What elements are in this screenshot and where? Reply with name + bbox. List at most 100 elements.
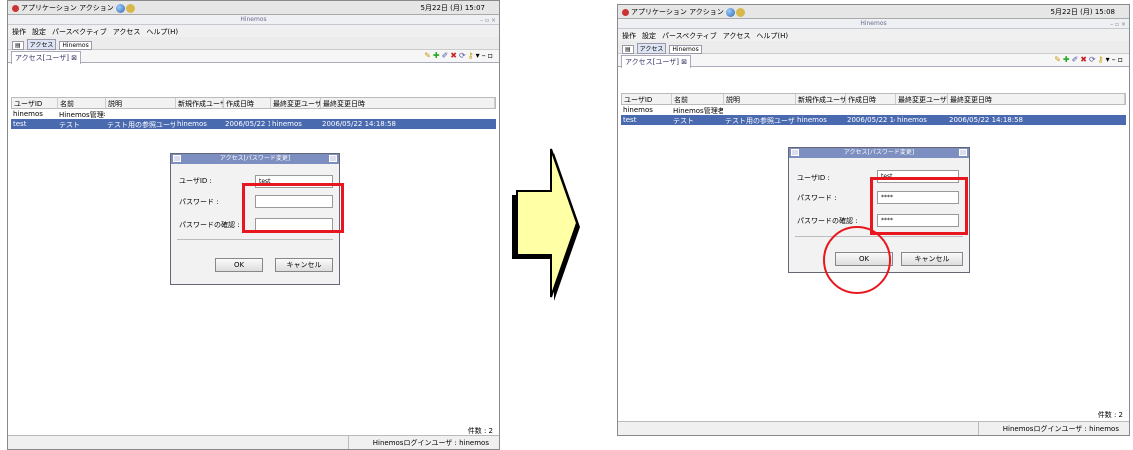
column-header[interactable]: 作成日時 [224, 98, 271, 108]
password-icon[interactable]: ⚷ [1098, 55, 1106, 64]
menubar: 操作 設定 パースペクティブ アクセス ヘルプ(H) [618, 29, 1129, 41]
user-table: ユーザID 名前 説明 新規作成ユーザ 作成日時 最終変更ユーザ 最終変更日時 … [621, 93, 1126, 125]
column-header[interactable]: ユーザID [622, 94, 672, 104]
menu-help[interactable]: ヘルプ(H) [146, 28, 178, 36]
perspective-access[interactable]: アクセス [636, 43, 667, 54]
dialog-menu-icon[interactable] [791, 149, 799, 156]
view-tab-access-user[interactable]: アクセス[ユーザ] ⊠ [621, 55, 692, 68]
system-bar: アプリケーション アクション 5月22日 (月) 15:08 [618, 5, 1129, 19]
highlight-circle [823, 226, 891, 294]
confirm-password-label: パスワードの確認 : [179, 221, 240, 229]
table-cell: Hinemos管理者 [59, 111, 105, 119]
column-header[interactable]: 作成日時 [846, 94, 896, 104]
maximize-icon[interactable]: ▫ [1118, 55, 1125, 64]
window-titlebar: Hinemos – ▫ × [8, 15, 499, 25]
table-row[interactable]: hinemos Hinemos管理者 [11, 109, 496, 119]
column-header[interactable]: 最終変更日時 [321, 98, 495, 108]
delete-icon[interactable]: ✖ [1080, 55, 1089, 64]
after-screenshot: アプリケーション アクション 5月22日 (月) 15:08 Hinemos – … [617, 4, 1130, 436]
perspective-hinemos[interactable]: Hinemos [669, 45, 702, 54]
table-row-selected[interactable]: test テスト テスト用の参照ユーザ hinemos 2006/05/22 1… [11, 119, 496, 129]
add-icon[interactable]: ✚ [1063, 55, 1072, 64]
table-row-selected[interactable]: test テスト テスト用の参照ユーザ hinemos 2006/05/22 1… [621, 115, 1126, 125]
edit-icon[interactable]: ✎ [1054, 55, 1063, 64]
app-menu-icon[interactable] [622, 8, 629, 16]
modify-icon[interactable]: ✐ [442, 51, 451, 60]
view-tab-label: アクセス[ユーザ] [15, 54, 69, 62]
app-menu-icon[interactable] [12, 4, 19, 12]
perspective-hinemos[interactable]: Hinemos [59, 41, 92, 50]
table-cell: test [623, 116, 637, 124]
cancel-button[interactable]: キャンセル [275, 258, 333, 272]
table-cell: hinemos [623, 106, 653, 114]
menu-operation[interactable]: 操作 [622, 32, 636, 40]
open-perspective-icon[interactable]: ▤ [622, 45, 634, 54]
perspective-access[interactable]: アクセス [26, 39, 57, 50]
table-cell: hinemos [177, 120, 207, 128]
column-header[interactable]: 最終変更ユーザ [896, 94, 948, 104]
view-tab-bar: アクセス[ユーザ] ⊠ ✎✚✐✖⟳⚷▾–▫ [618, 54, 1129, 68]
dialog-close-icon[interactable] [329, 155, 337, 162]
column-header[interactable]: 説明 [106, 98, 176, 108]
column-header[interactable]: 名前 [672, 94, 724, 104]
row-count: 件数 : 2 [1097, 411, 1123, 419]
menu-operation[interactable]: 操作 [12, 28, 26, 36]
menu-access[interactable]: アクセス [113, 28, 141, 36]
table-cell: テスト [673, 117, 694, 125]
globe-icon[interactable] [115, 3, 125, 13]
view-toolbar: ✎✚✐✖⟳⚷▾–▫ [424, 51, 495, 60]
system-menu[interactable]: アプリケーション アクション [631, 8, 724, 16]
dialog-titlebar: アクセス[パスワード変更] [789, 148, 969, 158]
view-tab-access-user[interactable]: アクセス[ユーザ] ⊠ [11, 51, 82, 64]
table-row[interactable]: hinemos Hinemos管理者 [621, 105, 1126, 115]
modify-icon[interactable]: ✐ [1072, 55, 1081, 64]
add-icon[interactable]: ✚ [433, 51, 442, 60]
edit-icon[interactable]: ✎ [424, 51, 433, 60]
window-title: Hinemos [240, 16, 267, 23]
menu-settings[interactable]: 設定 [642, 32, 656, 40]
password-label: パスワード : [179, 198, 219, 206]
login-user: Hinemosログインユーザ : hinemos [372, 439, 489, 447]
settings-icon[interactable] [125, 3, 135, 13]
dialog-title: アクセス[パスワード変更] [843, 149, 915, 156]
clock: 5月22日 (月) 15:08 [1050, 8, 1115, 16]
column-header[interactable]: 新規作成ユーザ [796, 94, 846, 104]
password-icon[interactable]: ⚷ [468, 51, 476, 60]
refresh-icon[interactable]: ⟳ [459, 51, 468, 60]
table-cell: テスト用の参照ユーザ [107, 121, 175, 129]
status-bar: Hinemosログインユーザ : hinemos [618, 421, 1129, 435]
column-header[interactable]: 最終変更ユーザ [271, 98, 321, 108]
system-bar: アプリケーション アクション 5月22日 (月) 15:07 [8, 1, 499, 15]
refresh-icon[interactable]: ⟳ [1089, 55, 1098, 64]
window-controls[interactable]: – ▫ × [1110, 20, 1126, 30]
view-tab-bar: アクセス[ユーザ] ⊠ ✎✚✐✖⟳⚷▾–▫ [8, 50, 499, 64]
column-header[interactable]: ユーザID [12, 98, 58, 108]
menu-perspective[interactable]: パースペクティブ [52, 28, 107, 36]
column-header[interactable]: 新規作成ユーザ [176, 98, 224, 108]
table-cell: hinemos [272, 120, 302, 128]
password-label: パスワード : [797, 194, 837, 202]
menu-settings[interactable]: 設定 [32, 28, 46, 36]
dialog-close-icon[interactable] [959, 149, 967, 156]
column-header[interactable]: 名前 [58, 98, 106, 108]
table-cell: 2006/05/22 14:18:58 [322, 120, 397, 128]
dialog-menu-icon[interactable] [173, 155, 181, 162]
delete-icon[interactable]: ✖ [450, 51, 459, 60]
globe-icon[interactable] [725, 7, 735, 17]
settings-icon[interactable] [735, 7, 745, 17]
menu-help[interactable]: ヘルプ(H) [756, 32, 788, 40]
open-perspective-icon[interactable]: ▤ [12, 41, 24, 50]
column-header[interactable]: 説明 [724, 94, 796, 104]
column-header[interactable]: 最終変更日時 [948, 94, 1125, 104]
menu-perspective[interactable]: パースペクティブ [662, 32, 717, 40]
table-cell: テスト用の参照ユーザ [725, 117, 795, 125]
window-titlebar: Hinemos – ▫ × [618, 19, 1129, 29]
menu-access[interactable]: アクセス [723, 32, 751, 40]
ok-button[interactable]: OK [215, 258, 263, 272]
maximize-icon[interactable]: ▫ [488, 51, 495, 60]
system-menu[interactable]: アプリケーション アクション [21, 4, 114, 12]
window-controls[interactable]: – ▫ × [480, 16, 496, 26]
user-id-label: ユーザID : [179, 177, 212, 185]
cancel-button[interactable]: キャンセル [901, 252, 963, 266]
perspective-bar: ▤ アクセス Hinemos [8, 37, 499, 50]
